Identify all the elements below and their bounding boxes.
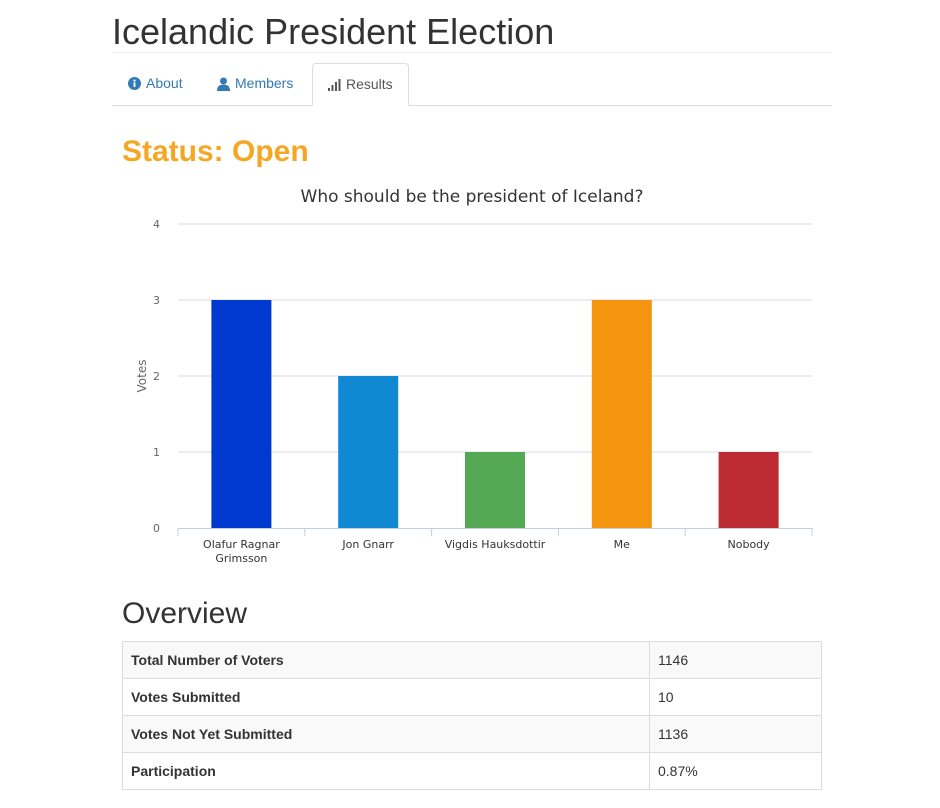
chart-category-labels: Olafur Ragnar Grimsson Jon Gnarr Vigdis Hau…: [203, 538, 770, 565]
signal-bars-icon: [328, 78, 341, 91]
chart-y-ticks: 0 1 2 3 4: [153, 218, 160, 535]
row-value: 10: [649, 678, 822, 716]
row-label: Votes Submitted: [122, 678, 650, 716]
x-tick-label: Vigdis Hauksdottir: [445, 538, 546, 551]
chart-gridlines: [178, 223, 812, 453]
tab-about[interactable]: About: [113, 63, 198, 104]
results-chart: 0 1 2 3 4 Olafur Ragnar Grimsson Jon Gnarr Vigd…: [135, 187, 813, 565]
row-value: 1136: [649, 715, 822, 753]
chart-title: Who should be the president of Iceland?: [301, 187, 644, 207]
chart-bars: [211, 300, 779, 528]
table-row: Votes Submitted 10: [122, 678, 822, 716]
overview-table: Total Number of Voters 1146 Votes Submit…: [122, 641, 822, 790]
tab-results-label: Results: [346, 76, 393, 92]
chart-x-axis: [177, 528, 813, 536]
row-value: 0.87%: [649, 752, 822, 790]
chart-y-axis-label: Votes: [135, 360, 149, 393]
x-tick-label: Jon Gnarr: [341, 538, 394, 551]
row-label: Participation: [122, 752, 650, 790]
bar: [465, 452, 525, 528]
x-tick-label: Me: [614, 538, 630, 551]
x-tick-label: Nobody: [728, 538, 771, 551]
info-circle-icon: [128, 77, 141, 90]
nav-tabs: About Members Results: [112, 63, 832, 106]
y-tick-label: 0: [153, 522, 160, 535]
bar: [591, 300, 652, 528]
bar: [718, 452, 779, 528]
page-title: Icelandic President Election: [112, 11, 555, 52]
title-divider: [112, 52, 832, 53]
y-tick-label: 3: [153, 294, 160, 307]
y-tick-label: 2: [153, 370, 160, 383]
status-heading: Status: Open: [122, 135, 309, 168]
user-icon: [217, 77, 230, 91]
tab-about-label: About: [146, 75, 183, 91]
table-row: Votes Not Yet Submitted 1136: [122, 715, 822, 753]
tab-members-label: Members: [235, 75, 294, 91]
row-value: 1146: [649, 641, 822, 679]
tab-members[interactable]: Members: [202, 63, 308, 104]
y-tick-label: 1: [153, 446, 160, 459]
overview-heading: Overview: [122, 597, 248, 630]
row-label: Votes Not Yet Submitted: [122, 715, 650, 753]
bar: [338, 376, 399, 528]
x-tick-label: Olafur Ragnar Grimsson: [203, 538, 280, 565]
row-label: Total Number of Voters: [122, 641, 650, 679]
tab-results[interactable]: Results: [312, 63, 409, 106]
y-tick-label: 4: [153, 218, 160, 231]
table-row: Participation 0.87%: [122, 752, 822, 790]
table-row: Total Number of Voters 1146: [122, 641, 822, 679]
bar: [211, 300, 272, 528]
